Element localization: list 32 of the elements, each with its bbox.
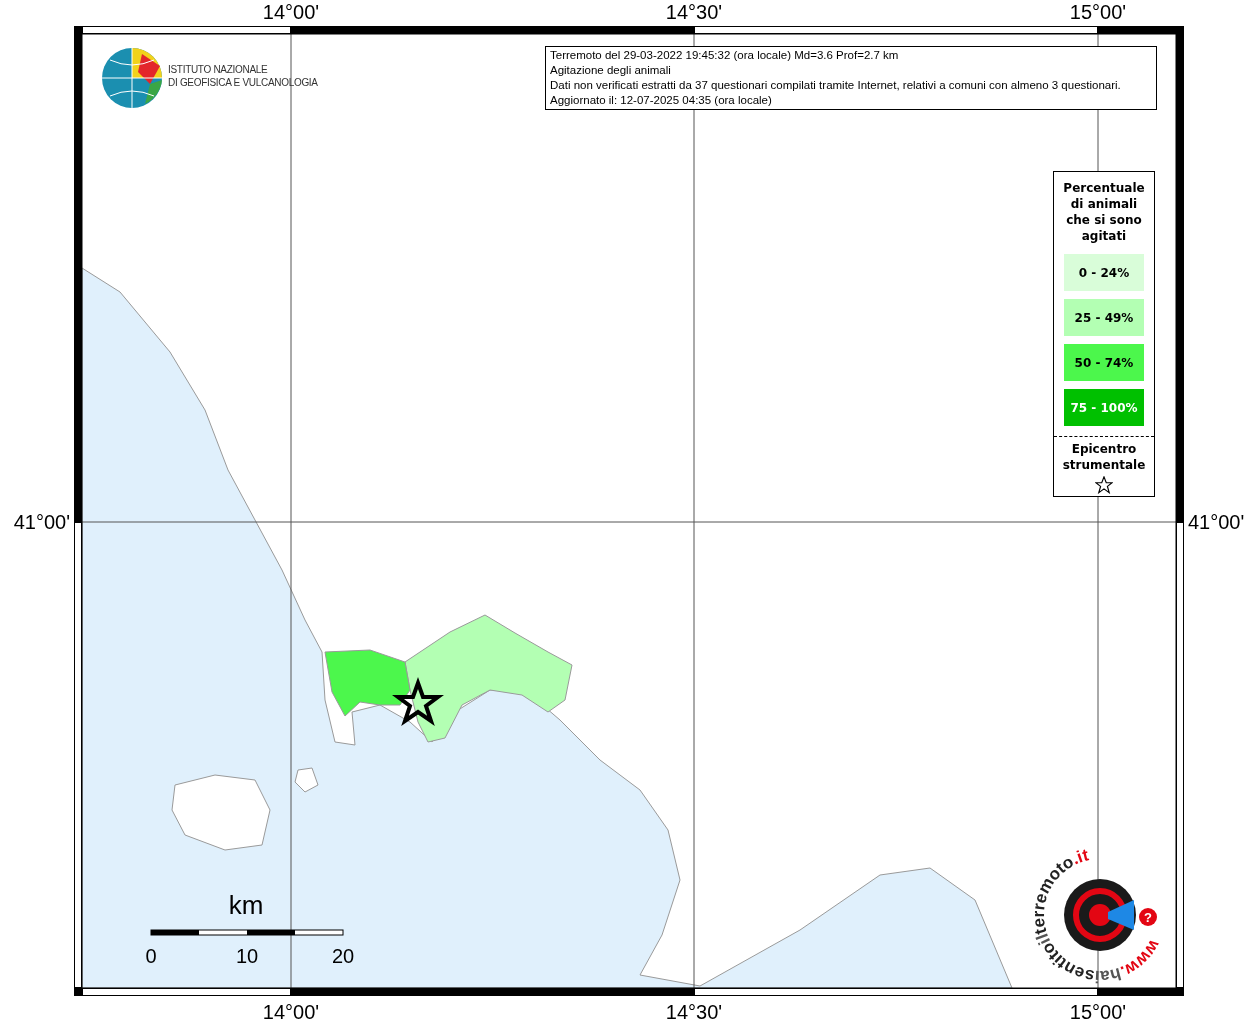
legend-epicenter-label: strumentale [1062,457,1146,473]
institute-name: ISTITUTO NAZIONALE [168,63,269,76]
badge-icon-text: ? [1144,910,1152,925]
legend-title: di animali [1070,196,1138,212]
legend-epicenter-label: Epicentro [1071,441,1137,457]
scale-label: 20 [331,945,355,967]
scale-label: 0 [145,945,157,967]
legend-title: Percentuale [1063,180,1145,196]
scale-unit: km [228,890,264,920]
longitude-label: 14°30' [664,1000,724,1024]
institute-globe-icon [101,47,163,109]
latitude-label: 41°00' [12,510,70,534]
legend-swatch: 0 - 24% [1064,254,1144,291]
legend-title: agitati [1081,228,1127,244]
legend-title: che si sono [1066,212,1142,228]
info-line: Aggiornato il: 12-07-2025 04:35 (ora locale) [550,93,773,108]
legend-star-icon [1095,476,1113,494]
info-line: Agitazione degli animali [550,63,672,78]
legend-swatch: 25 - 49% [1064,299,1144,336]
longitude-label: 15°00' [1068,0,1128,24]
longitude-label: 14°00' [261,0,321,24]
epicenter-star-icon [392,677,444,727]
info-line: Terremoto del 29-03-2022 19:45:32 (ora locale) Md=3.6 Prof=2.7 km [550,48,900,63]
institute-name: DI GEOFISICA E VULCANOLOGIA [168,76,318,89]
longitude-label: 15°00' [1068,1000,1128,1024]
legend-swatch: 75 - 100% [1064,389,1144,426]
latitude-label: 41°00' [1188,510,1245,534]
scale-label: 10 [235,945,259,967]
legend-swatch: 50 - 74% [1064,344,1144,381]
longitude-label: 14°00' [261,1000,321,1024]
longitude-label: 14°30' [664,0,724,24]
info-line: Dati non verificati estratti da 37 questionari compilati tramite Internet, relativi a comuni con almeno 3 questionari. [550,78,1122,93]
